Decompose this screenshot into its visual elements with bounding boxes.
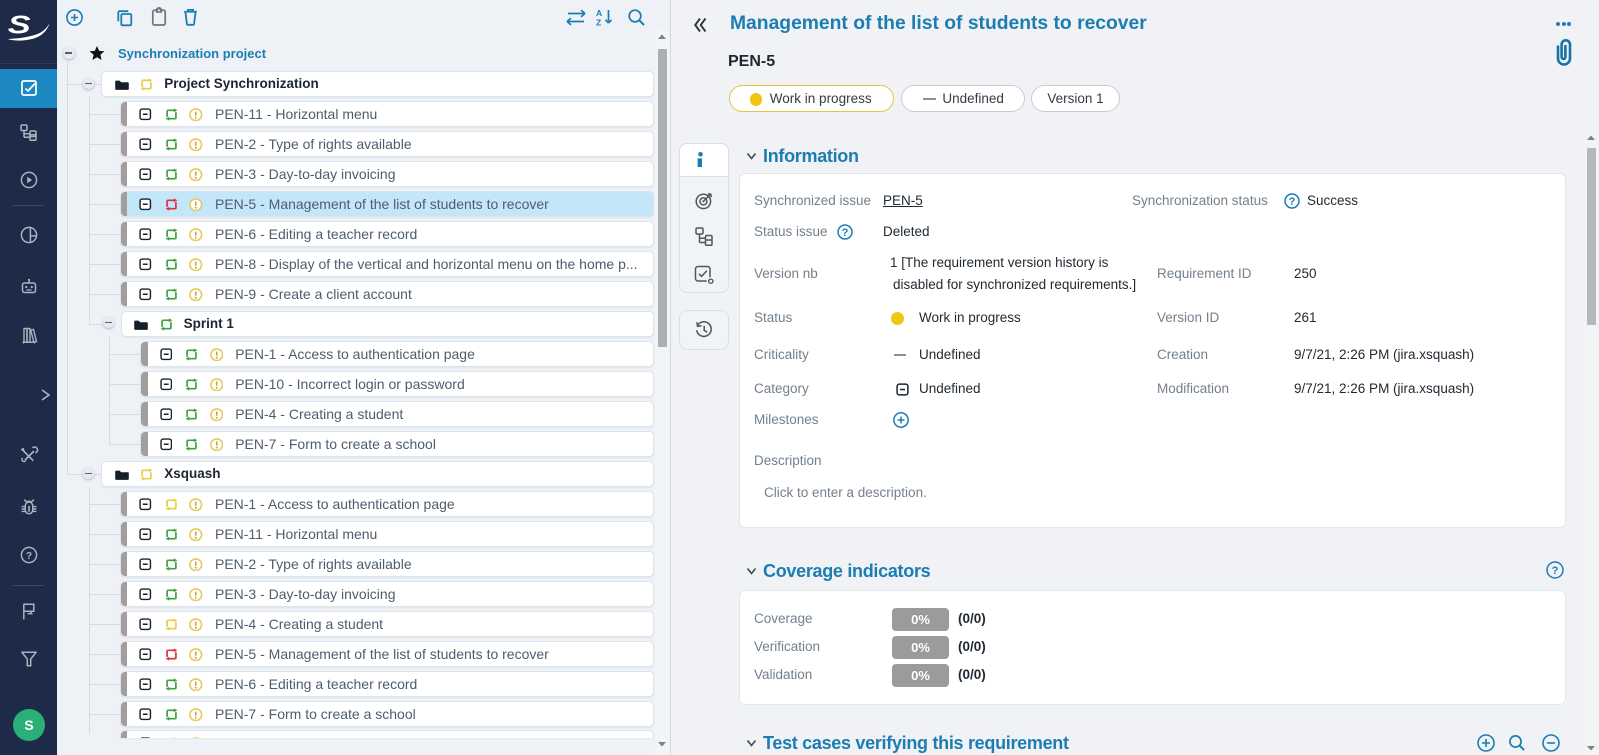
svg-text:A: A (596, 8, 602, 18)
svg-text:?: ? (1552, 565, 1559, 577)
svg-text:?: ? (842, 227, 849, 239)
svg-text:Z: Z (596, 18, 601, 28)
svg-text:?: ? (1289, 196, 1296, 208)
svg-text:?: ? (26, 550, 32, 562)
